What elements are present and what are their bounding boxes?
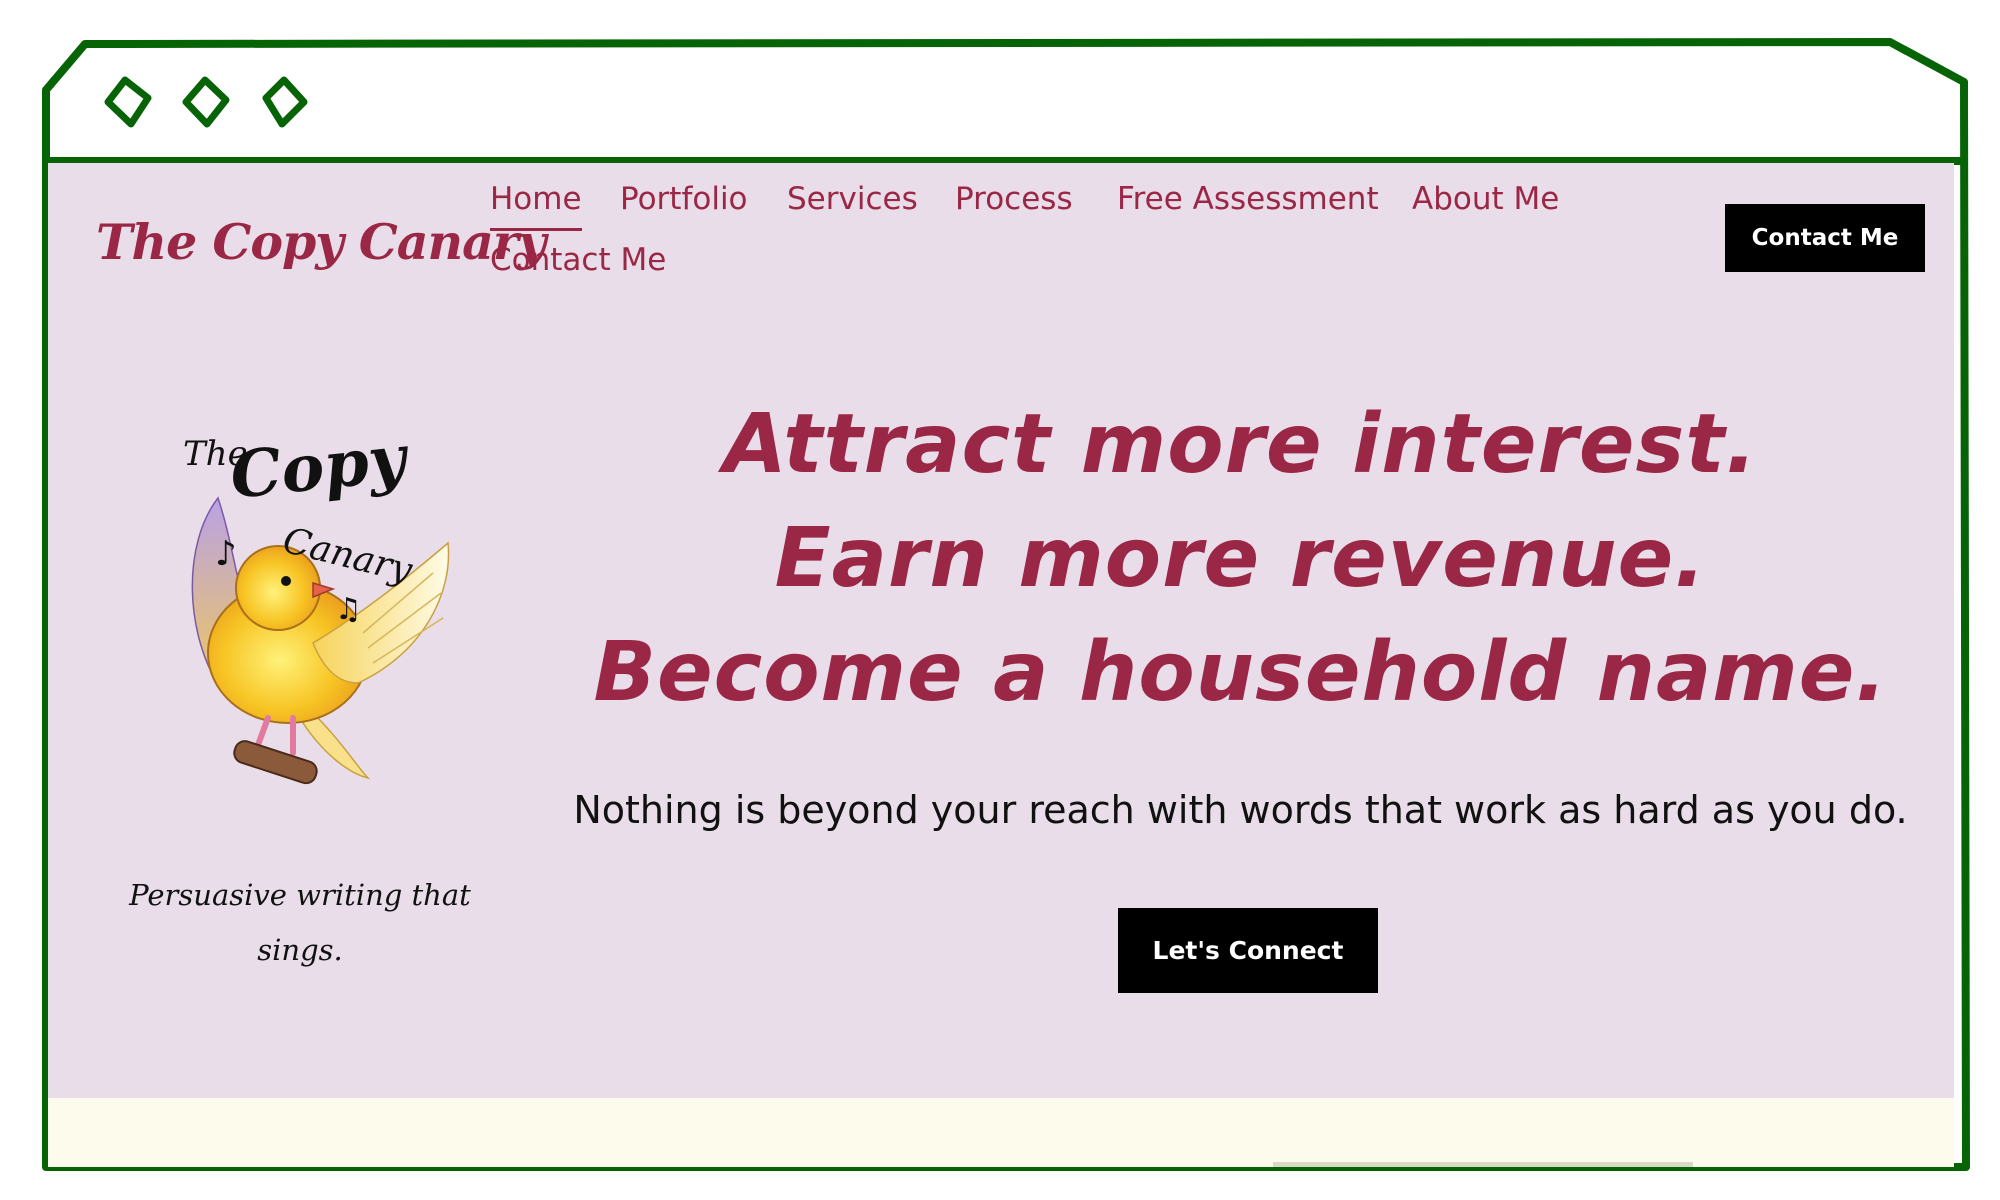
nav-about-me[interactable]: About Me: [1412, 181, 1559, 217]
lets-connect-button[interactable]: Let's Connect: [1118, 908, 1378, 993]
window-control-icon[interactable]: [254, 72, 314, 132]
nav-home[interactable]: Home: [490, 181, 582, 231]
headline-line-1: Attract more interest.: [723, 397, 1758, 492]
page-viewport: The Copy Canary Home Portfolio Services …: [48, 163, 1954, 1167]
logo-art-copy: Copy: [227, 421, 413, 514]
headline-line-2: Earn more revenue.: [774, 511, 1707, 606]
music-notes-icon: ♫: [335, 592, 362, 627]
window-control-icon[interactable]: [98, 72, 158, 132]
music-note-icon: ♪: [215, 534, 237, 574]
headline-line-3: Become a household name.: [593, 625, 1888, 720]
hero-subheadline: Nothing is beyond your reach with words …: [573, 788, 1908, 832]
copy-canary-logo-image: The Copy Canary ♪ ♫: [183, 421, 450, 785]
site-logo-text[interactable]: The Copy Canary: [96, 213, 546, 271]
contact-me-button[interactable]: Contact Me: [1725, 204, 1925, 272]
hero-headline: Attract more interest. Earn more revenue…: [568, 388, 1913, 730]
nav-services[interactable]: Services: [787, 181, 918, 217]
nav-process[interactable]: Process: [955, 181, 1073, 217]
nav-contact-me[interactable]: Contact Me: [490, 242, 666, 278]
window-control-icon[interactable]: [176, 72, 236, 132]
browser-title-bar: [46, 46, 1954, 159]
nav-free-assessment[interactable]: Free Assessment: [1117, 181, 1379, 217]
next-section-strip: [48, 1098, 1954, 1167]
nav-portfolio[interactable]: Portfolio: [620, 181, 748, 217]
tagline: Persuasive writing that sings.: [129, 878, 471, 967]
section-divider: [1273, 1162, 1693, 1167]
